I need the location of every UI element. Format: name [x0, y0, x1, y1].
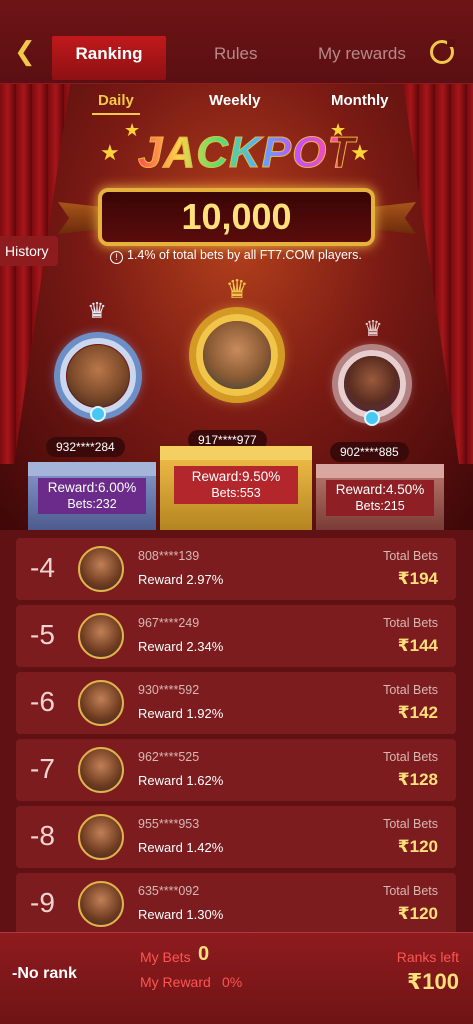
rank-number: -5	[30, 619, 55, 650]
total-bets-label: Total Bets	[383, 884, 438, 898]
my-reward-label: My Reward	[140, 974, 211, 990]
reward-percent: Reward 1.62%	[138, 773, 224, 788]
reward-percent: Reward 1.92%	[138, 706, 224, 721]
rank-number: -8	[30, 820, 55, 851]
list-item[interactable]: -5 967****249 Reward 2.34% Total Bets ₹1…	[16, 605, 456, 667]
user-id: 808****139	[138, 549, 200, 563]
reward-percent: Reward 2.97%	[138, 572, 224, 587]
reward-percent: Reward 1.30%	[138, 907, 224, 922]
list-item[interactable]: -6 930****592 Reward 1.92% Total Bets ₹1…	[16, 672, 456, 734]
user-id: 930****592	[138, 683, 200, 697]
total-bets-value: ₹120	[397, 837, 438, 856]
back-arrow-icon[interactable]: ❮	[14, 36, 44, 66]
total-bets-value: ₹194	[397, 569, 438, 588]
star-icon: ★	[100, 140, 120, 165]
jackpot-amount: 10,000	[181, 196, 292, 237]
jackpot-note: ! 1.4% of total bets by all FT7.COM playe…	[110, 248, 362, 264]
refresh-icon[interactable]	[430, 39, 455, 64]
period-tab-monthly[interactable]: Monthly	[331, 92, 389, 109]
silver-crown-icon: ♛	[87, 298, 107, 323]
tab-my-rewards[interactable]: My rewards	[318, 44, 406, 64]
podium-phone-2: 932****284	[46, 437, 125, 457]
tab-rules[interactable]: Rules	[214, 44, 257, 64]
total-bets-label: Total Bets	[383, 616, 438, 630]
info-icon: !	[110, 251, 123, 264]
gem-icon	[364, 410, 380, 426]
curtain-right	[403, 84, 473, 464]
podium-reward-2: Reward:6.00%	[47, 480, 137, 495]
my-rank-footer: -No rank My Bets 0 My Reward 0% Ranks le…	[0, 932, 473, 1024]
podium-bets-1: Bets:553	[211, 486, 261, 500]
total-bets-value: ₹128	[397, 770, 438, 789]
total-bets-label: Total Bets	[383, 817, 438, 831]
avatar	[78, 613, 124, 659]
rank-number: -6	[30, 686, 55, 717]
podium-phone-3: 902****885	[330, 442, 409, 462]
total-bets-value: ₹120	[397, 904, 438, 923]
total-bets-label: Total Bets	[383, 750, 438, 764]
podium-reward-3: Reward:4.50%	[335, 482, 425, 497]
total-bets-value: ₹144	[397, 636, 438, 655]
my-bets-label: My Bets	[140, 949, 191, 965]
podium-bets-3: Bets:215	[355, 499, 405, 513]
my-bets-value: 0	[198, 943, 210, 965]
ranks-left-label: Ranks left	[396, 949, 459, 965]
avatar	[203, 321, 271, 389]
bronze-crown-icon: ♛	[363, 316, 383, 341]
jackpot-title: JACKPOT	[138, 128, 356, 178]
period-tab-weekly[interactable]: Weekly	[209, 92, 260, 109]
my-reward-value: 0%	[222, 974, 243, 990]
avatar	[344, 356, 400, 412]
avatar	[78, 814, 124, 860]
podium-reward-1: Reward:9.50%	[191, 469, 281, 484]
list-item[interactable]: -9 635****092 Reward 1.30% Total Bets ₹1…	[16, 873, 456, 935]
avatar	[78, 680, 124, 726]
reward-percent: Reward 2.34%	[138, 639, 224, 654]
user-id: 962****525	[138, 750, 200, 764]
podium-3: Reward:4.50% Bets:215	[316, 464, 444, 530]
no-rank-label: -No rank	[12, 965, 77, 982]
rank-number: -7	[30, 753, 55, 784]
podium-bets-2: Bets:232	[67, 497, 117, 511]
curtain-left	[0, 84, 70, 464]
avatar	[78, 546, 124, 592]
podium-2: Reward:6.00% Bets:232	[28, 462, 156, 530]
rank-number: -9	[30, 887, 55, 918]
jackpot-note-text: 1.4% of total bets by all FT7.COM player…	[127, 248, 362, 262]
top-bar: ❮ Ranking Rules My rewards	[0, 0, 473, 84]
user-id: 635****092	[138, 884, 200, 898]
total-bets-label: Total Bets	[383, 683, 438, 697]
avatar	[78, 881, 124, 927]
avatar	[78, 747, 124, 793]
rank-number: -4	[30, 552, 55, 583]
ranking-list: -4 808****139 Reward 2.97% Total Bets ₹1…	[0, 530, 473, 935]
jackpot-stage: Daily Weekly Monthly ★ ★ ★ ★ JACKPOT 10,…	[0, 84, 473, 530]
total-bets-label: Total Bets	[383, 549, 438, 563]
podium-1: Reward:9.50% Bets:553	[160, 446, 312, 530]
user-id: 967****249	[138, 616, 200, 630]
period-tab-daily[interactable]: Daily	[92, 92, 140, 115]
ranks-left-value: ₹100	[406, 969, 459, 994]
list-item[interactable]: -7 962****525 Reward 1.62% Total Bets ₹1…	[16, 739, 456, 801]
gold-crown-icon: ♛	[225, 274, 249, 304]
total-bets-value: ₹142	[397, 703, 438, 722]
avatar	[67, 345, 129, 407]
user-id: 955****953	[138, 817, 200, 831]
list-item[interactable]: -8 955****953 Reward 1.42% Total Bets ₹1…	[16, 806, 456, 868]
reward-percent: Reward 1.42%	[138, 840, 224, 855]
tab-ranking[interactable]: Ranking	[52, 36, 166, 80]
gem-icon	[90, 406, 106, 422]
list-item[interactable]: -4 808****139 Reward 2.97% Total Bets ₹1…	[16, 538, 456, 600]
history-button[interactable]: History	[0, 236, 58, 266]
